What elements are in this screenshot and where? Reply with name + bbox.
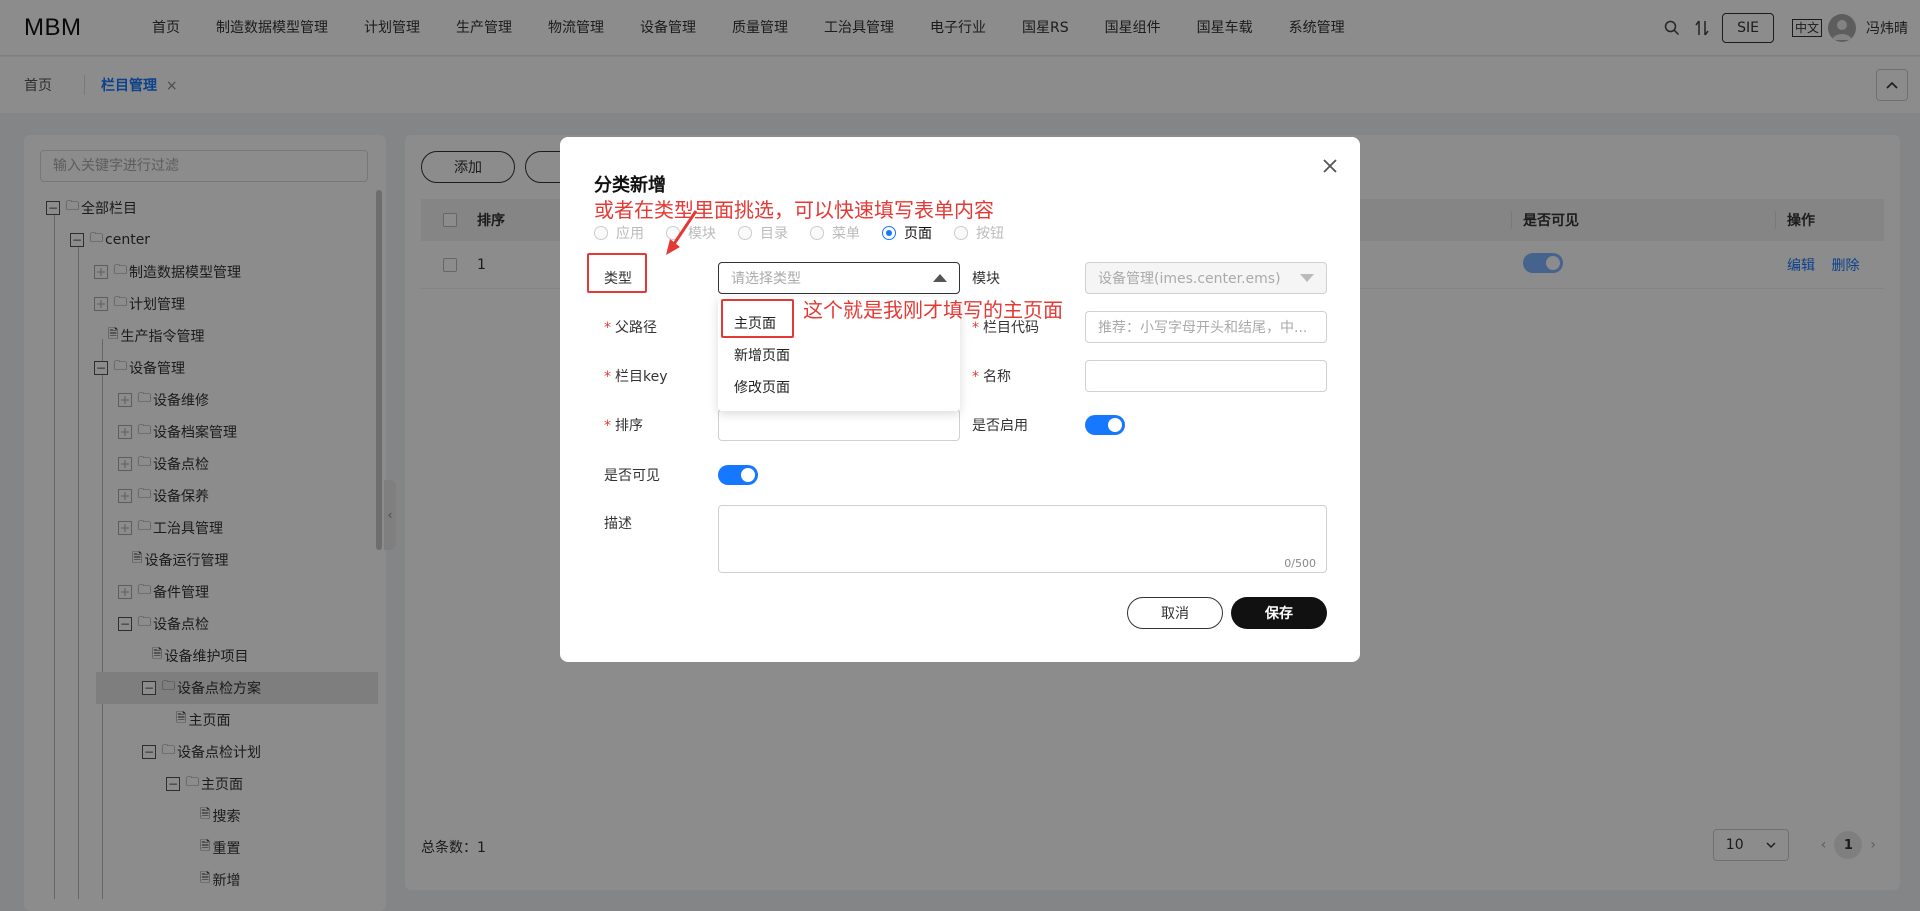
sort-label: * 排序 (604, 418, 643, 434)
visible-label: 是否可见 (604, 468, 660, 484)
type-select[interactable]: 请选择类型 (718, 262, 960, 294)
radio-directory[interactable]: 目录 (738, 223, 788, 243)
annotation-hint: 或者在类型里面挑选，可以快速填写表单内容 (594, 198, 994, 222)
add-category-dialog: 分类新增 或者在类型里面挑选，可以快速填写表单内容 应用 模块 目录 菜单 页面… (560, 137, 1360, 662)
dropdown-option-add-page[interactable]: 新增页面 (734, 345, 790, 365)
radio-page[interactable]: 页面 (882, 223, 932, 243)
module-select: 设备管理(imes.center.ems) (1085, 262, 1327, 294)
name-label: * 名称 (972, 369, 1011, 385)
enabled-toggle[interactable] (1085, 415, 1125, 439)
description-textarea[interactable]: 0/500 (718, 505, 1327, 573)
column-code-input[interactable]: 推荐：小写字母开头和结尾，中... (1085, 311, 1327, 343)
column-key-label: * 栏目key (604, 369, 668, 385)
type-radio-group: 应用 模块 目录 菜单 页面 按钮 (594, 223, 1026, 243)
save-button[interactable]: 保存 (1231, 597, 1327, 629)
enabled-label: 是否启用 (972, 418, 1028, 434)
name-input[interactable] (1085, 360, 1327, 392)
caret-up-icon (933, 274, 947, 282)
type-label: 类型 (604, 271, 632, 287)
sort-input[interactable] (718, 409, 960, 441)
cancel-button[interactable]: 取消 (1127, 597, 1223, 629)
caret-down-icon (1300, 274, 1314, 282)
visible-toggle[interactable] (718, 465, 758, 489)
close-icon[interactable] (1322, 155, 1338, 180)
dropdown-option-edit-page[interactable]: 修改页面 (734, 377, 790, 397)
radio-app[interactable]: 应用 (594, 223, 644, 243)
radio-button[interactable]: 按钮 (954, 223, 1004, 243)
annotation-arrow-icon (666, 210, 698, 255)
description-label: 描述 (604, 516, 632, 532)
parent-path-label: * 父路径 (604, 320, 657, 336)
annotation-note: 这个就是我刚才填写的主页面 (803, 298, 1063, 322)
char-counter: 0/500 (1284, 557, 1316, 570)
radio-menu[interactable]: 菜单 (810, 223, 860, 243)
annotation-box-option (721, 299, 794, 338)
module-label: 模块 (972, 271, 1000, 287)
